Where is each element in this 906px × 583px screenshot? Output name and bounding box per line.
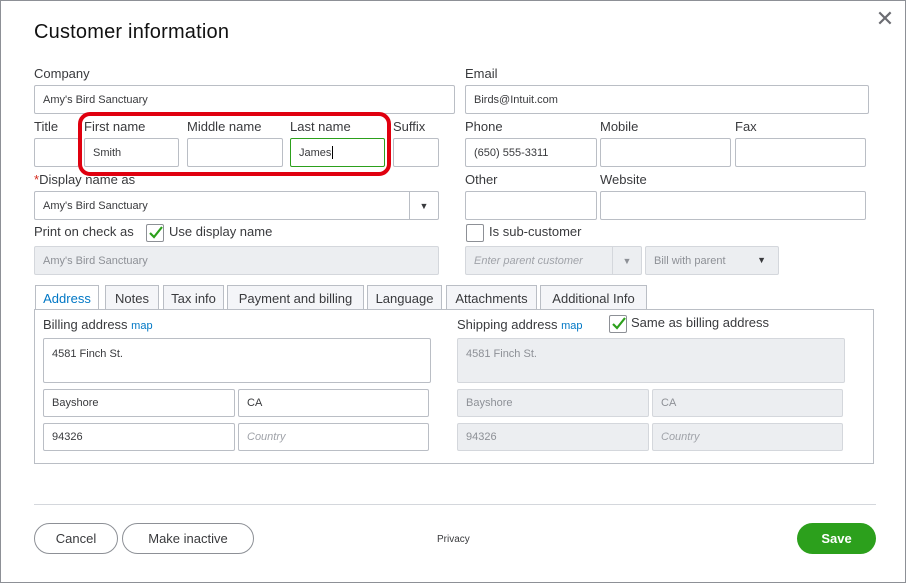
billing-address-header: Billing address map [43,317,153,332]
shipping-city-value: Bayshore [466,397,513,409]
dialog-title: Customer information [34,21,230,43]
tab-address[interactable]: Address [35,285,99,310]
display-name-dropdown-button[interactable]: ▼ [409,192,438,219]
caret-down-icon: ▼ [757,255,766,265]
same-as-billing-label: Same as billing address [631,315,770,330]
tab-notes[interactable]: Notes [105,285,159,310]
email-label: Email [465,66,498,81]
shipping-country-input[interactable]: Country [652,423,843,451]
tab-payment-and-billing[interactable]: Payment and billing [227,285,364,310]
billing-zip-input[interactable]: 94326 [43,423,235,451]
billing-country-input[interactable]: Country [238,423,429,451]
fax-input[interactable] [735,138,866,167]
phone-input[interactable]: (650) 555-3311 [465,138,597,167]
parent-customer-select[interactable]: Enter parent customer ▼ [465,246,642,275]
is-subcustomer-label: Is sub-customer [489,224,582,239]
use-display-name-checkbox[interactable] [146,224,164,242]
title-label: Title [34,119,59,134]
checkmark-icon [612,317,626,330]
bill-with-parent-value: Bill with parent [654,254,726,267]
billing-street-value: 4581 Finch St. [52,348,123,360]
parent-customer-placeholder: Enter parent customer [474,254,583,267]
display-name-select[interactable]: Amy's Bird Sanctuary ▼ [34,191,439,220]
shipping-address-header: Shipping address map [457,317,583,332]
tab-tax-info[interactable]: Tax info [163,285,224,310]
shipping-city-input[interactable]: Bayshore [457,389,649,417]
mobile-input[interactable] [600,138,731,167]
billing-address-label: Billing address [43,317,128,332]
other-label: Other [465,172,498,187]
shipping-map-link[interactable]: map [561,320,582,332]
billing-country-placeholder: Country [247,431,286,443]
suffix-label: Suffix [393,119,426,134]
caret-down-icon: ▼ [419,200,429,211]
billing-zip-value: 94326 [52,431,83,443]
highlight-annotation [78,112,391,176]
tab-attachments[interactable]: Attachments [446,285,537,310]
website-input[interactable] [600,191,866,220]
is-subcustomer-checkbox[interactable] [466,224,484,242]
company-label: Company [34,66,90,81]
billing-map-link[interactable]: map [131,320,152,332]
billing-street-input[interactable]: 4581 Finch St. [43,338,431,383]
tab-language[interactable]: Language [367,285,442,310]
display-name-label: Display name as [39,172,136,187]
billing-city-value: Bayshore [52,397,99,409]
email-input[interactable]: Birds@Intuit.com [465,85,869,114]
mobile-label: Mobile [600,119,639,134]
shipping-street-value: 4581 Finch St. [466,348,537,360]
shipping-state-input[interactable]: CA [652,389,843,417]
shipping-address-label: Shipping address [457,317,558,332]
shipping-zip-value: 94326 [466,431,497,443]
same-as-billing-checkbox[interactable] [609,315,627,333]
close-icon[interactable]: ✕ [873,7,897,31]
caret-down-icon: ▼ [622,255,632,266]
company-input[interactable]: Amy's Bird Sanctuary [34,85,455,114]
display-name-value: Amy's Bird Sanctuary [43,199,148,212]
save-button[interactable]: Save [797,523,876,554]
other-input[interactable] [465,191,597,220]
fax-label: Fax [735,119,757,134]
checkmark-icon [149,226,163,239]
suffix-input[interactable] [393,138,439,167]
footer-divider [34,504,876,505]
phone-label: Phone [465,119,503,134]
shipping-state-value: CA [661,397,677,409]
tab-additional-info[interactable]: Additional Info [540,285,647,310]
shipping-country-placeholder: Country [661,431,700,443]
shipping-zip-input[interactable]: 94326 [457,423,649,451]
website-label: Website [600,172,647,187]
print-on-check-input[interactable]: Amy's Bird Sanctuary [34,246,439,275]
title-input[interactable] [34,138,79,167]
make-inactive-button[interactable]: Make inactive [122,523,254,554]
shipping-street-input[interactable]: 4581 Finch St. [457,338,845,383]
bill-with-parent-select[interactable]: Bill with parent ▼ [645,246,779,275]
billing-state-value: CA [247,397,263,409]
email-value: Birds@Intuit.com [474,93,558,106]
company-value: Amy's Bird Sanctuary [43,93,148,106]
use-display-name-label: Use display name [169,224,273,239]
privacy-link[interactable]: Privacy [437,534,470,545]
billing-city-input[interactable]: Bayshore [43,389,235,417]
print-on-check-value: Amy's Bird Sanctuary [43,254,148,267]
billing-state-input[interactable]: CA [238,389,429,417]
print-on-check-label: Print on check as [34,224,134,239]
customer-information-dialog: Customer information ✕ Company Amy's Bir… [0,0,906,583]
parent-customer-dropdown-button[interactable]: ▼ [612,247,641,274]
phone-value: (650) 555-3311 [474,146,549,159]
cancel-button[interactable]: Cancel [34,523,118,554]
display-name-label-row: *Display name as [34,172,135,187]
